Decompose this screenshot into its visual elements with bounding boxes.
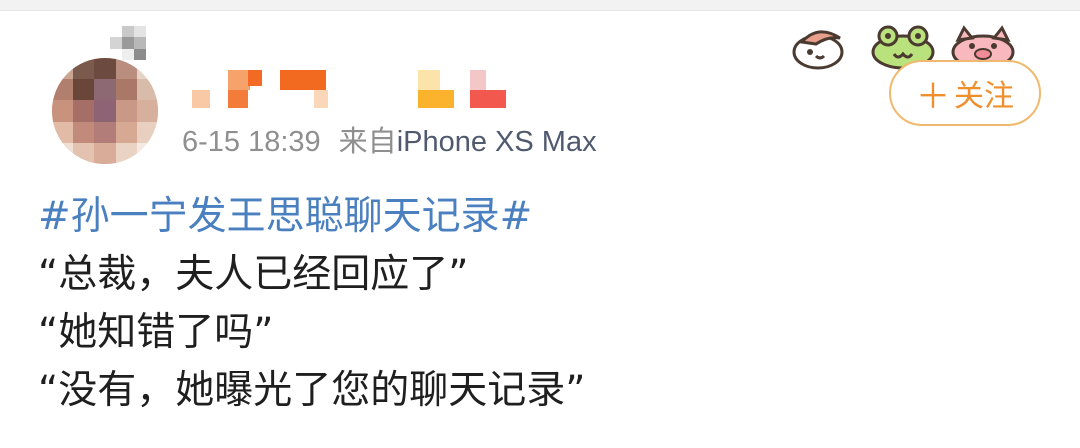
post-body: #孙一宁发王思聪聊天记录# “总裁，夫人已经回应了” “她知错了吗” “没有，她…: [38, 188, 1038, 420]
source-device-link[interactable]: iPhone XS Max: [397, 126, 597, 158]
plus-icon: ＋: [916, 76, 950, 117]
hashtag-link[interactable]: #孙一宁发王思聪聊天记录#: [38, 194, 532, 239]
post-hashtag-line: #孙一宁发王思聪聊天记录#: [38, 188, 1038, 246]
hat-bird-sticker-icon: [792, 30, 844, 70]
avatar[interactable]: [52, 58, 158, 164]
source-prefix: 来自: [338, 126, 397, 158]
follow-button-label: 关注: [954, 79, 1014, 114]
follow-button[interactable]: ＋ 关注: [889, 60, 1041, 126]
post-meta: 6-15 18:39 来自iPhone XS Max: [182, 118, 597, 160]
username-redacted[interactable]: [190, 70, 510, 110]
post-timestamp: 6-15 18:39: [182, 126, 321, 158]
top-divider: [0, 0, 1080, 11]
post-text-line: “没有，她曝光了您的聊天记录”: [38, 368, 586, 413]
post-text-line: “总裁，夫人已经回应了”: [38, 252, 469, 297]
avatar-mosaic: [52, 58, 158, 164]
post-text-line: “她知错了吗”: [38, 310, 274, 355]
avatar-accessory-mosaic: [110, 26, 158, 60]
